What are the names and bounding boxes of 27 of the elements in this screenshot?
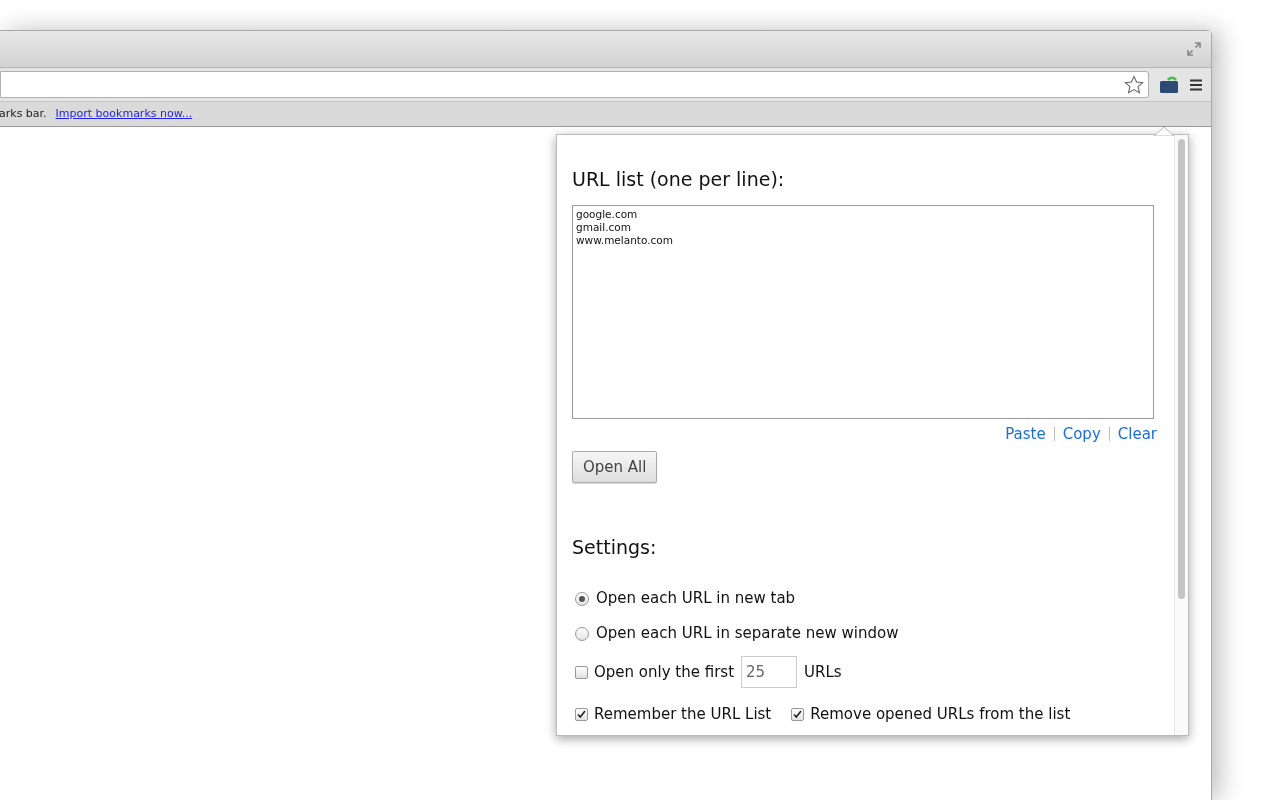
star-icon[interactable]	[1124, 74, 1144, 95]
checkbox[interactable]	[575, 665, 588, 679]
bookmarks-bar-text: arks bar.	[0, 105, 47, 122]
radio-button[interactable]	[575, 626, 589, 641]
option-label: Open each URL in new tab	[596, 588, 796, 610]
option-label: Open only the first	[594, 661, 735, 683]
option-label: Remove opened URLs from the list	[810, 703, 1071, 725]
toolbar-link[interactable]: Paste	[1005, 422, 1046, 446]
checkbox[interactable]	[575, 707, 588, 721]
option-label: Open each URL in separate new window	[596, 623, 899, 645]
toolbar-link[interactable]: Copy	[1062, 422, 1101, 446]
checkbox[interactable]	[791, 707, 805, 721]
open-all-button[interactable]: Open All	[572, 451, 658, 483]
url-list-textarea[interactable]: google.com gmail.com www.melanto.com	[572, 205, 1154, 419]
option-label: URLs	[804, 661, 842, 683]
option-label: Remember the URL List	[594, 703, 772, 725]
fullscreen-icon[interactable]	[1187, 42, 1201, 56]
import-bookmarks-link[interactable]: Import bookmarks now...	[55, 105, 193, 123]
folder-icon[interactable]	[1159, 75, 1179, 94]
url-list-heading: URL list (one per line):	[572, 167, 786, 192]
radio-button[interactable]	[575, 591, 589, 606]
scrollbar[interactable]	[1174, 135, 1188, 735]
scrollbar-thumb[interactable]	[1178, 139, 1185, 599]
url-count-field[interactable]: 25	[741, 656, 798, 688]
toolbar-link[interactable]: Clear	[1117, 422, 1157, 446]
settings-heading: Settings:	[572, 535, 658, 560]
menu-icon[interactable]	[1189, 77, 1203, 92]
